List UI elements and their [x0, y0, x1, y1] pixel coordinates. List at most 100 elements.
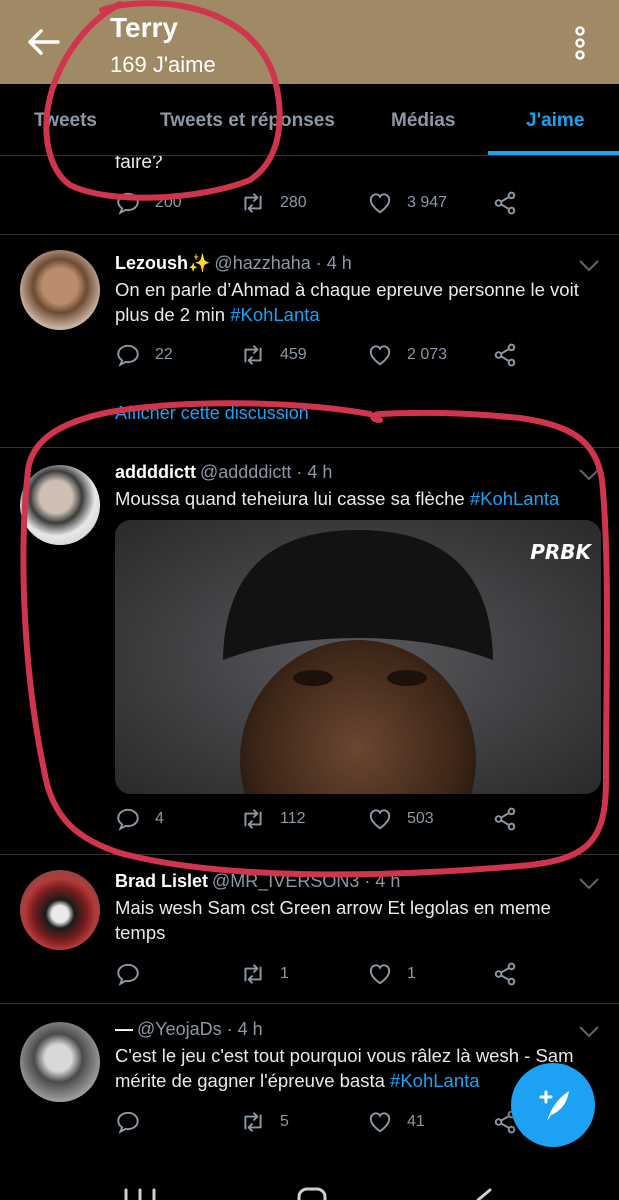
retweet-icon [244, 1112, 262, 1132]
user-handle: @addddictt · 4 h [200, 462, 333, 482]
tweet-text: Mais wesh Sam cst Green arrow Et legolas… [115, 897, 551, 943]
retweet-count: 5 [280, 1113, 289, 1130]
avatar[interactable] [20, 465, 100, 545]
retweet-count: 280 [280, 194, 307, 211]
reply-button[interactable]: 4 [115, 804, 164, 834]
tweet-item[interactable]: Lezoush✨ @hazzhaha · 4 h On en parle d’Ah… [0, 235, 619, 447]
retweet-icon [244, 964, 262, 984]
reply-button[interactable]: 200 [115, 188, 182, 218]
tweet-header: — @YeojaDs · 4 h [115, 1019, 263, 1040]
reply-button[interactable] [115, 959, 155, 989]
likes-count: 169 J'aime [110, 52, 216, 77]
tweet-header: Lezoush✨ @hazzhaha · 4 h [115, 253, 352, 274]
avatar[interactable] [20, 870, 100, 950]
chevron-down-icon[interactable] [578, 1025, 600, 1039]
tweet-media-image[interactable]: PRBK [115, 520, 601, 794]
share-icon [494, 191, 516, 215]
user-name[interactable]: Lezoush✨ [115, 253, 210, 273]
system-nav-bar [0, 1156, 619, 1200]
reply-button[interactable] [115, 1107, 155, 1137]
retweet-button[interactable]: 280 [240, 188, 307, 218]
reply-count: 22 [155, 346, 173, 363]
retweet-icon [244, 345, 262, 365]
tab-media[interactable]: Médias [391, 110, 455, 132]
like-button[interactable]: 1 [367, 959, 416, 989]
tweet-actions: 22 459 2 073 [115, 340, 595, 370]
reply-icon [117, 1111, 139, 1134]
share-button[interactable] [492, 340, 518, 370]
like-button[interactable]: 503 [367, 804, 434, 834]
reply-count: 200 [155, 194, 182, 211]
user-name[interactable]: Brad Lislet [115, 871, 208, 891]
reply-icon [117, 808, 139, 831]
tweet-actions: 4 112 503 [115, 804, 595, 834]
user-name[interactable]: — [115, 1019, 133, 1039]
like-button[interactable]: 2 073 [367, 340, 447, 370]
avatar[interactable] [20, 1022, 100, 1102]
retweet-icon [244, 809, 262, 829]
share-button[interactable] [492, 959, 518, 989]
tweet-text: Moussa quand teheiura lui casse sa flèch… [115, 488, 560, 509]
like-count: 3 947 [407, 194, 448, 211]
reply-icon [117, 344, 139, 367]
share-icon [494, 343, 516, 367]
retweet-count: 459 [280, 346, 307, 363]
likes-feed[interactable]: faire? 200 280 3 947 Lezoush✨ @hazzhaha ·… [0, 156, 619, 1200]
more-vert-icon[interactable] [570, 25, 590, 61]
user-handle: @YeojaDs · 4 h [137, 1019, 263, 1039]
tab-likes[interactable]: J'aime [526, 110, 584, 132]
tweet-item[interactable]: faire? 200 280 3 947 [0, 156, 619, 234]
chevron-down-icon[interactable] [578, 877, 600, 891]
profile-tabs: Tweets Tweets et réponses Médias J'aime [0, 84, 619, 156]
user-handle: @hazzhaha · 4 h [214, 253, 352, 273]
show-thread-link[interactable]: Afficher cette discussion [115, 403, 309, 424]
chevron-down-icon[interactable] [578, 259, 600, 273]
user-name[interactable]: addddictt [115, 462, 196, 482]
hashtag-link[interactable]: #KohLanta [230, 304, 320, 325]
tweet-actions: 200 280 3 947 [115, 188, 595, 218]
reply-icon [117, 192, 139, 215]
active-tab-indicator [488, 151, 619, 155]
retweet-button[interactable]: 5 [240, 1107, 289, 1137]
like-button[interactable]: 41 [367, 1107, 425, 1137]
like-count: 2 073 [407, 346, 448, 363]
heart-icon [369, 193, 391, 214]
reply-count: 4 [155, 810, 164, 827]
hashtag-link[interactable]: #KohLanta [470, 488, 560, 509]
share-button[interactable] [492, 804, 518, 834]
heart-icon [369, 345, 391, 366]
back-arrow-icon[interactable] [26, 28, 60, 56]
share-icon [494, 962, 516, 986]
heart-icon [369, 1112, 391, 1133]
share-button[interactable] [492, 188, 518, 218]
retweet-button[interactable]: 459 [240, 340, 307, 370]
tweet-text: faire? [115, 156, 163, 173]
profile-header: Terry 169 J'aime [0, 0, 619, 84]
chevron-down-icon[interactable] [578, 468, 600, 482]
tweet-header: addddictt @addddictt · 4 h [115, 462, 332, 483]
reply-button[interactable]: 22 [115, 340, 173, 370]
retweet-count: 1 [280, 965, 289, 982]
like-count: 41 [407, 1113, 425, 1130]
hashtag-link[interactable]: #KohLanta [390, 1070, 480, 1091]
like-count: 503 [407, 810, 434, 827]
portrait-image [115, 520, 601, 794]
image-watermark: PRBK [530, 540, 591, 564]
like-button[interactable]: 3 947 [367, 188, 447, 218]
avatar[interactable] [20, 250, 100, 330]
system-nav-icons[interactable] [0, 1156, 619, 1200]
tweet-item[interactable]: Brad Lislet @MR_IVERSON3 · 4 h Mais wesh … [0, 855, 619, 1003]
compose-tweet-icon [539, 1090, 569, 1121]
tab-tweets-replies[interactable]: Tweets et réponses [160, 110, 335, 132]
reply-icon [117, 963, 139, 986]
tweet-text: On en parle d’Ahmad à chaque epreuve per… [115, 279, 579, 325]
retweet-button[interactable]: 112 [240, 804, 306, 834]
compose-tweet-button[interactable] [511, 1063, 595, 1147]
profile-name: Terry [110, 12, 178, 43]
retweet-icon [244, 193, 262, 213]
user-handle: @MR_IVERSON3 · 4 h [212, 871, 401, 891]
retweet-button[interactable]: 1 [240, 959, 289, 989]
tab-tweets[interactable]: Tweets [34, 110, 97, 132]
like-count: 1 [407, 965, 416, 982]
tweet-item[interactable]: addddictt @addddictt · 4 h Moussa quand t… [0, 448, 619, 854]
